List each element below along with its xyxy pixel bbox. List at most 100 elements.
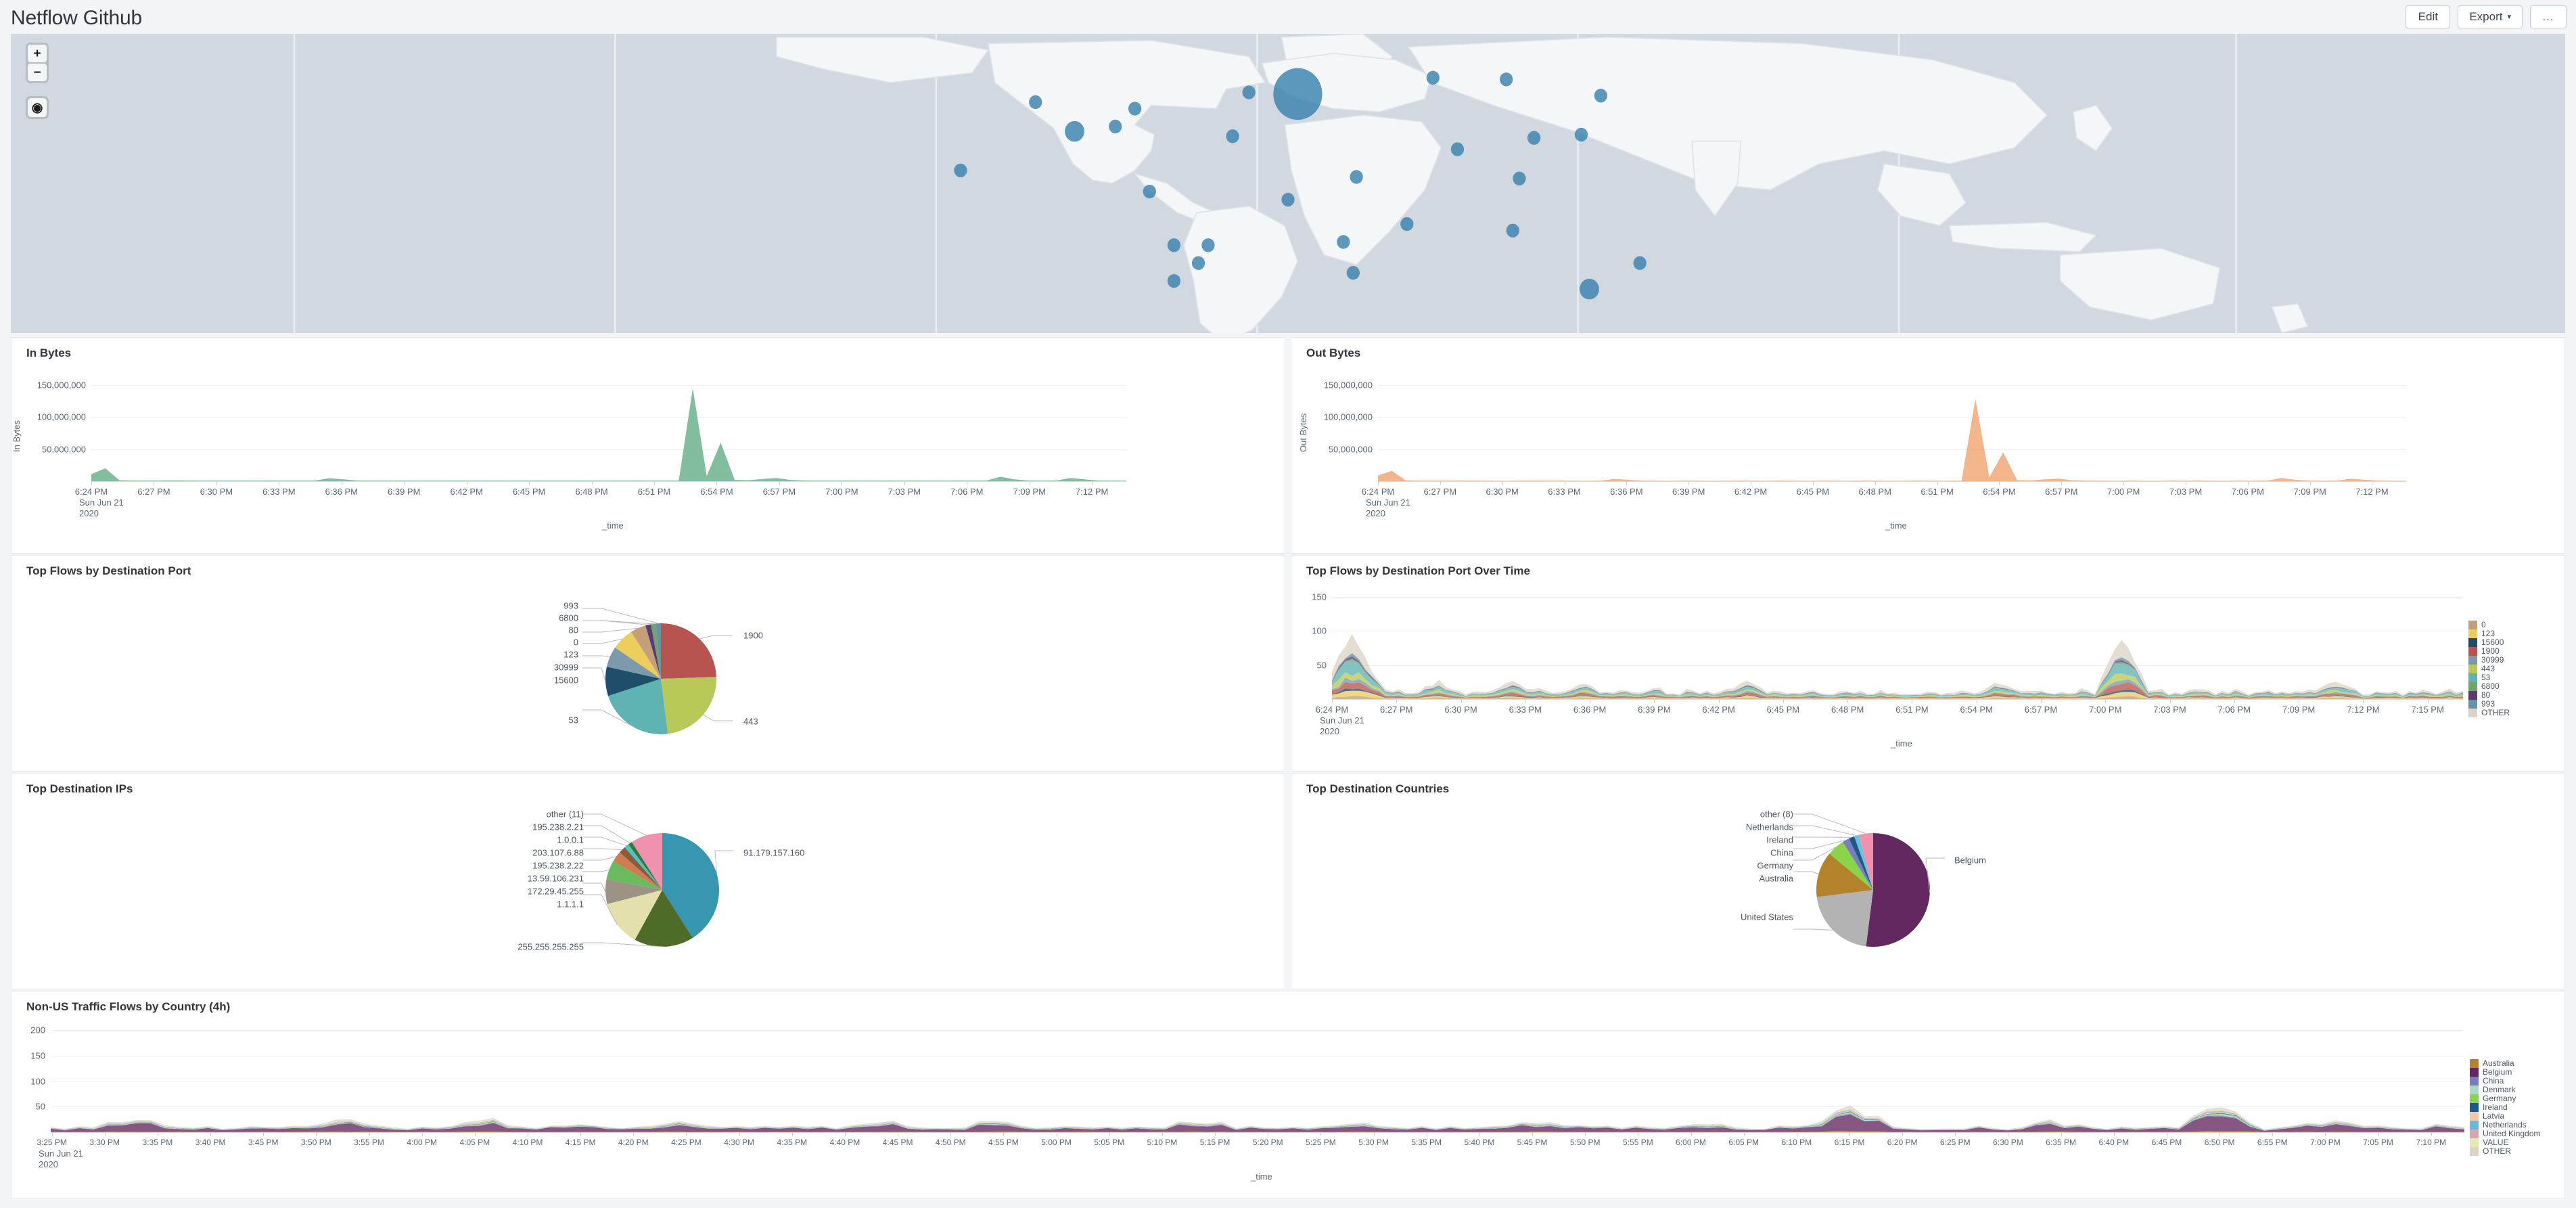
chart-legend: 0 123 15600 1900 30999 443 53 6800 80 993 OTHER	[2468, 621, 2510, 717]
x-axis-tick-label: 5:45 PM	[1517, 1138, 1548, 1147]
map-data-bubble[interactable]	[1242, 85, 1256, 99]
map-data-bubble[interactable]	[1167, 273, 1181, 288]
in-bytes-chart[interactable]: 50,000,000 100,000,000 150,000,000 In Bytes…	[12, 338, 1286, 574]
x-axis-tick-label: 6:39 PM	[388, 487, 421, 497]
x-axis-tickmark	[1654, 700, 1655, 703]
x-axis-tick-label: 4:50 PM	[935, 1138, 966, 1147]
pie-slice-label: 255.255.255.255	[518, 941, 584, 952]
legend-swatch	[2468, 656, 2477, 665]
map-data-bubble[interactable]	[1029, 95, 1042, 110]
top-flows-port-time-chart[interactable]: 50 100 150 6:24 PM 6:27 PM 6:30 PM 6:33 PM 6:36…	[1291, 556, 2566, 772]
chart-legend: Australia Belgium China Denmark Germany Irela…	[2470, 1059, 2540, 1156]
x-axis-tick-label: 6:42 PM	[450, 487, 483, 497]
map-data-bubble[interactable]	[1633, 256, 1647, 270]
pie-slice-label: 172.29.45.255	[527, 886, 584, 897]
world-map-panel[interactable]: + − ◉	[11, 34, 2565, 333]
x-axis-tick-label: 5:50 PM	[1569, 1138, 1601, 1147]
pie-slice[interactable]	[1866, 833, 1930, 947]
map-data-bubble[interactable]	[1143, 184, 1156, 199]
page-title: Netflow Github	[11, 7, 142, 29]
map-data-bubble[interactable]	[1506, 223, 1519, 238]
export-button[interactable]: Export ▾	[2458, 5, 2523, 28]
map-data-bubble[interactable]	[1350, 170, 1363, 184]
map-data-bubble[interactable]	[1574, 127, 1588, 142]
pie-slice-label: 1900	[743, 630, 763, 641]
out-bytes-chart[interactable]: 50,000,000 100,000,000 150,000,000 Out Byte…	[1291, 338, 2566, 574]
x-axis-tickmark	[2105, 700, 2107, 703]
pie-leader-line	[1793, 871, 1819, 875]
legend-swatch	[2470, 1059, 2479, 1068]
map-data-bubble[interactable]	[1201, 238, 1215, 252]
non-us-flows-chart[interactable]: 50 100 150 200 Sun Jun 21 2020 _time Australia B…	[12, 991, 2566, 1200]
x-axis-tickmark	[1479, 1133, 1480, 1136]
map-data-bubble[interactable]	[1109, 119, 1122, 134]
pie-plot-area	[582, 608, 733, 734]
x-axis-tickmark	[904, 482, 905, 485]
header-button-group: Edit Export ▾ ...	[2406, 5, 2567, 28]
x-axis-date-label: 2020	[39, 1159, 58, 1169]
pie-leader-line	[699, 635, 733, 640]
x-axis-tickmark	[1162, 1133, 1163, 1136]
x-axis-tickmark	[633, 1133, 635, 1136]
x-axis-tickmark	[2061, 1133, 2062, 1136]
map-data-bubble[interactable]	[1128, 102, 1142, 116]
x-axis-tickmark	[2169, 700, 2171, 703]
map-data-bubble[interactable]	[1426, 70, 1440, 85]
pie-slice-label: 30999	[553, 662, 578, 673]
top-destination-countries-pie[interactable]: Belgium United States Australia Germany Chin…	[1291, 774, 2566, 990]
pie-slice-label: Australia	[1759, 873, 1793, 884]
legend-item[interactable]: Ireland	[2470, 1103, 2540, 1112]
y-axis-tick-label: 100	[30, 1076, 45, 1087]
x-axis-tickmark	[654, 482, 656, 485]
map-data-bubble[interactable]	[1400, 217, 1414, 231]
top-destination-ips-pie[interactable]: 91.179.157.160 255.255.255.255 1.1.1.1 172.…	[12, 774, 1286, 990]
zoom-in-icon[interactable]: +	[28, 45, 47, 62]
legend-swatch	[2468, 682, 2477, 691]
legend-item[interactable]: OTHER	[2470, 1147, 2540, 1156]
pie-slice[interactable]	[1816, 890, 1873, 947]
pie-leader-line	[582, 813, 647, 836]
area-series	[91, 388, 1126, 481]
x-axis-tick-label: 7:06 PM	[2231, 487, 2265, 497]
map-data-bubble[interactable]	[1513, 171, 1526, 185]
map-data-bubble[interactable]	[1191, 256, 1205, 270]
more-options-button[interactable]: ...	[2530, 5, 2567, 28]
pie-slice-label: other (8)	[1760, 809, 1793, 820]
map-data-bubble[interactable]	[1594, 89, 1607, 103]
x-axis-tick-label: 6:51 PM	[1920, 487, 1954, 497]
pie-leader-line	[582, 848, 622, 851]
map-data-bubble[interactable]	[1450, 142, 1465, 156]
map-data-bubble[interactable]	[1167, 238, 1181, 252]
map-data-bubble[interactable]	[1281, 192, 1295, 207]
pie-slice-label: 123	[564, 649, 578, 660]
pie-slice-label: Belgium	[1954, 855, 1986, 866]
map-data-bubble[interactable]	[1527, 131, 1541, 145]
legend-item[interactable]: Belgium	[2470, 1068, 2540, 1077]
locate-crosshair-icon[interactable]: ◉	[28, 98, 47, 117]
map-data-bubble[interactable]	[1273, 68, 1322, 120]
map-data-bubble[interactable]	[1065, 120, 1084, 142]
pie-slice-label: 91.179.157.160	[743, 847, 805, 858]
map-data-bubble[interactable]	[1500, 72, 1513, 87]
legend-swatch	[2470, 1147, 2479, 1156]
legend-label: OTHER	[2483, 1146, 2511, 1156]
x-axis-tickmark	[1585, 1133, 1586, 1136]
x-axis-tick-label: 6:33 PM	[1548, 487, 1581, 497]
x-axis-tickmark	[1320, 1133, 1322, 1136]
x-axis-tick-label: 6:24 PM	[1361, 487, 1395, 497]
pie-plot-area	[1793, 813, 1945, 947]
legend-swatch	[2470, 1077, 2479, 1086]
map-data-bubble[interactable]	[1346, 265, 1360, 280]
x-axis-tickmark	[1215, 1133, 1216, 1136]
map-data-bubble[interactable]	[1580, 278, 1599, 300]
pie-slice[interactable]	[661, 677, 717, 734]
legend-item[interactable]: OTHER	[2468, 709, 2510, 717]
pie-slice[interactable]	[661, 623, 716, 679]
zoom-out-icon[interactable]: −	[28, 64, 47, 81]
map-data-bubble[interactable]	[954, 163, 967, 177]
map-data-bubble[interactable]	[1337, 235, 1350, 249]
map-data-bubble[interactable]	[1226, 129, 1239, 143]
edit-button[interactable]: Edit	[2406, 5, 2451, 28]
top-flows-port-pie[interactable]: 1900 443 53 15600 30999 123 0 80 6800 993	[12, 556, 1286, 772]
x-axis-tick-label: 7:00 PM	[2089, 704, 2122, 715]
